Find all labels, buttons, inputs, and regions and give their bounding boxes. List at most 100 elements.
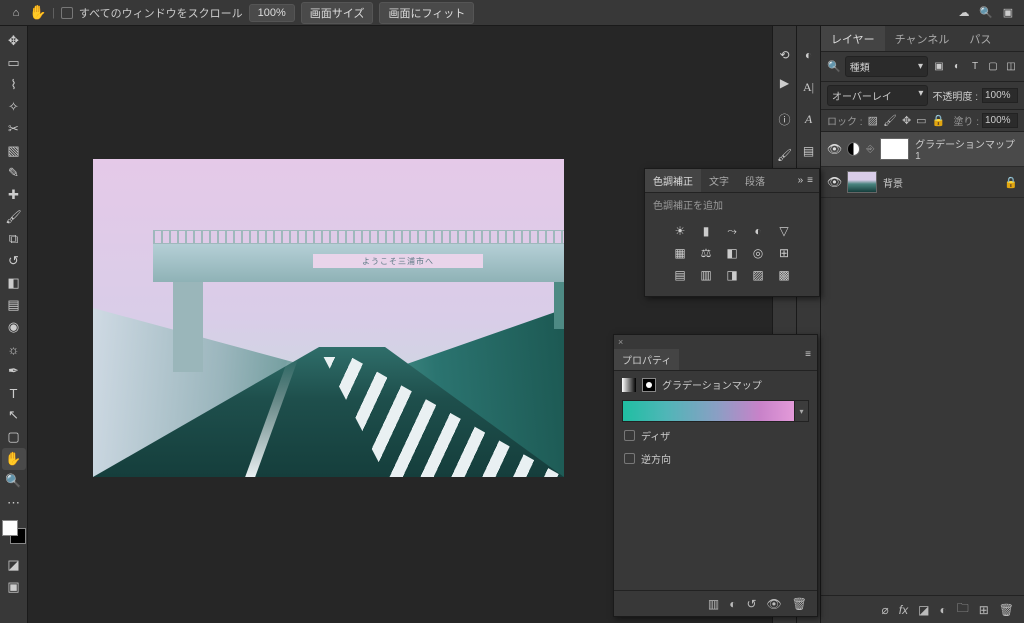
selective-color-icon[interactable]: ▩ bbox=[775, 267, 793, 283]
layer-name[interactable]: グラデーションマップ 1 bbox=[915, 136, 1018, 162]
visibility-icon[interactable]: 👁 bbox=[827, 175, 841, 189]
more-tools[interactable]: ⋯ bbox=[2, 492, 26, 514]
gradient-map-icon[interactable]: ▨ bbox=[749, 267, 767, 283]
layer-name[interactable]: 背景 bbox=[883, 175, 903, 190]
filter-type-icon[interactable]: T bbox=[968, 60, 982, 74]
tab-layers[interactable]: レイヤー bbox=[821, 26, 885, 51]
blur-tool[interactable]: ◉ bbox=[2, 316, 26, 338]
brightness-icon[interactable]: ☀ bbox=[671, 223, 689, 239]
trash-icon[interactable]: 🗑 bbox=[792, 597, 807, 611]
prev-state-icon[interactable]: ◐ bbox=[729, 597, 736, 611]
crop-tool[interactable]: ✂ bbox=[2, 118, 26, 140]
levels-icon[interactable]: ▮ bbox=[697, 223, 715, 239]
tab-channels[interactable]: チャンネル bbox=[885, 26, 960, 51]
lock-paint-icon[interactable]: 🖌 bbox=[883, 114, 897, 127]
info-strip-icon[interactable]: ⓘ bbox=[776, 110, 794, 128]
layer-thumbnail[interactable] bbox=[847, 171, 877, 193]
color-balance-icon[interactable]: ⚖ bbox=[697, 245, 715, 261]
zoom-tool[interactable]: 🔍 bbox=[2, 470, 26, 492]
lock-artboard-icon[interactable]: ▭ bbox=[916, 114, 926, 127]
panel-menu-icon[interactable]: ≡ bbox=[807, 175, 813, 186]
threshold-icon[interactable]: ◨ bbox=[723, 267, 741, 283]
wand-tool[interactable]: ✧ bbox=[2, 96, 26, 118]
filter-adjust-icon[interactable]: ◐ bbox=[950, 60, 964, 74]
path-tool[interactable]: ↖ bbox=[2, 404, 26, 426]
screen-mode-icon[interactable]: ▣ bbox=[2, 576, 26, 598]
pen-tool[interactable]: ✒ bbox=[2, 360, 26, 382]
gradient-tool[interactable]: ▤ bbox=[2, 294, 26, 316]
filter-shape-icon[interactable]: ▢ bbox=[986, 60, 1000, 74]
brush-tool[interactable]: 🖌 bbox=[2, 206, 26, 228]
scroll-all-checkbox[interactable] bbox=[61, 7, 73, 19]
frame-tool[interactable]: ▧ bbox=[2, 140, 26, 162]
reverse-checkbox[interactable] bbox=[624, 453, 635, 464]
character-strip-icon[interactable]: A| bbox=[800, 78, 818, 96]
fit-screen-button[interactable]: 画面にフィット bbox=[379, 2, 474, 24]
photo-filter-icon[interactable]: ◎ bbox=[749, 245, 767, 261]
quick-mask-icon[interactable]: ◪ bbox=[2, 554, 26, 576]
libraries-strip-icon[interactable]: ▤ bbox=[800, 142, 818, 160]
new-layer-icon[interactable]: ⊞ bbox=[979, 603, 989, 617]
layer-row[interactable]: 👁 背景 🔒 bbox=[821, 167, 1024, 198]
paragraph-strip-icon[interactable]: A bbox=[800, 110, 818, 128]
invert-icon[interactable]: ▤ bbox=[671, 267, 689, 283]
lock-trans-icon[interactable]: ▨ bbox=[868, 114, 878, 127]
toggle-visibility-icon[interactable]: 👁 bbox=[767, 597, 782, 611]
fill-input[interactable] bbox=[982, 113, 1018, 128]
history-strip-icon[interactable]: ⟲ bbox=[776, 46, 794, 64]
dither-checkbox[interactable] bbox=[624, 430, 635, 441]
document-canvas[interactable]: ようこそ三浦市へ bbox=[93, 159, 564, 477]
canvas-area[interactable]: ようこそ三浦市へ 色調補正 文字 段落 »≡ 色調補正を追加 ☀ ▮ ⤳ ◐ bbox=[28, 26, 772, 623]
move-tool[interactable]: ✥ bbox=[2, 30, 26, 52]
gradient-preview[interactable] bbox=[622, 400, 795, 422]
tab-paths[interactable]: パス bbox=[959, 26, 1001, 51]
type-tool[interactable]: T bbox=[2, 382, 26, 404]
tab-properties[interactable]: プロパティ bbox=[614, 349, 679, 370]
hand-tool[interactable]: ✋ bbox=[2, 448, 26, 470]
shape-tool[interactable]: ▢ bbox=[2, 426, 26, 448]
collapse-icon[interactable]: » bbox=[798, 175, 804, 186]
layer-row[interactable]: 👁 ⎆ グラデーションマップ 1 bbox=[821, 132, 1024, 167]
panel-menu-icon[interactable]: ≡ bbox=[799, 349, 817, 370]
home-icon[interactable]: ⌂ bbox=[8, 5, 24, 21]
brush-strip-icon[interactable]: 🖌 bbox=[776, 146, 794, 164]
tab-paragraph[interactable]: 段落 bbox=[737, 169, 773, 192]
search-icon[interactable]: 🔍 bbox=[827, 60, 841, 73]
lasso-tool[interactable]: ⌇ bbox=[2, 74, 26, 96]
search-icon[interactable]: 🔍 bbox=[978, 5, 994, 21]
panel-close-icon[interactable]: × bbox=[614, 335, 817, 349]
channel-mixer-icon[interactable]: ⊞ bbox=[775, 245, 793, 261]
filter-kind-select[interactable]: 種類▾ bbox=[845, 56, 928, 77]
gradient-dropdown[interactable]: ▾ bbox=[795, 400, 809, 422]
tab-adjustments[interactable]: 色調補正 bbox=[645, 169, 701, 192]
marquee-tool[interactable]: ▭ bbox=[2, 52, 26, 74]
heal-tool[interactable]: ✚ bbox=[2, 184, 26, 206]
group-icon[interactable]: 🗀 bbox=[957, 599, 969, 620]
play-strip-icon[interactable]: ▶ bbox=[776, 74, 794, 92]
posterize-icon[interactable]: ▥ bbox=[697, 267, 715, 283]
mask-icon[interactable]: ◪ bbox=[918, 603, 929, 617]
new-adjustment-icon[interactable]: ◐ bbox=[939, 603, 946, 617]
workspace-icon[interactable]: ▣ bbox=[1000, 5, 1016, 21]
hue-sat-icon[interactable]: ▦ bbox=[671, 245, 689, 261]
actual-size-button[interactable]: 画面サイズ bbox=[301, 2, 374, 24]
filter-pixel-icon[interactable]: ▣ bbox=[932, 60, 946, 74]
mask-thumbnail[interactable] bbox=[880, 138, 909, 160]
lock-move-icon[interactable]: ✥ bbox=[902, 114, 911, 127]
bw-icon[interactable]: ◧ bbox=[723, 245, 741, 261]
zoom-level[interactable]: 100% bbox=[249, 4, 295, 22]
color-swatches[interactable] bbox=[2, 520, 26, 544]
dodge-tool[interactable]: ☼ bbox=[2, 338, 26, 360]
vibrance-icon[interactable]: ▽ bbox=[775, 223, 793, 239]
visibility-icon[interactable]: 👁 bbox=[827, 142, 841, 156]
reset-icon[interactable]: ↺ bbox=[746, 597, 756, 611]
curves-icon[interactable]: ⤳ bbox=[723, 223, 741, 239]
lock-all-icon[interactable]: 🔒 bbox=[932, 114, 946, 127]
eyedropper-tool[interactable]: ✎ bbox=[2, 162, 26, 184]
adjustments-strip-icon[interactable]: ◐ bbox=[800, 46, 818, 64]
link-icon[interactable]: ⎆ bbox=[866, 144, 874, 155]
blend-mode-select[interactable]: オーバーレイ▾ bbox=[827, 85, 928, 106]
opacity-input[interactable] bbox=[982, 88, 1018, 103]
hand-tool-icon[interactable]: ✋ bbox=[30, 5, 46, 21]
stamp-tool[interactable]: ⧉ bbox=[2, 228, 26, 250]
